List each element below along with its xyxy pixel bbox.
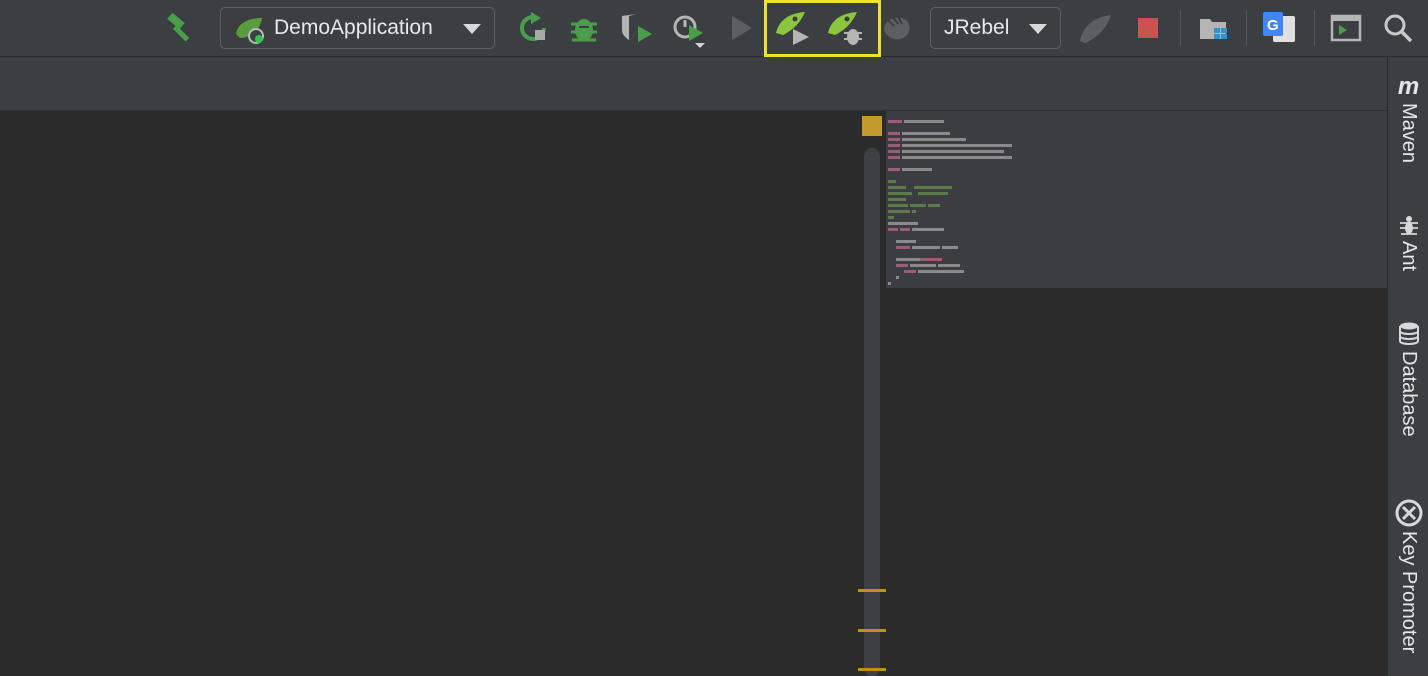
chevron-down-icon (1029, 24, 1047, 34)
project-structure-icon (1200, 19, 1227, 39)
run-with-coverage-button[interactable] (618, 10, 656, 46)
hammer-icon (167, 12, 190, 42)
translate-glyph: G (1267, 17, 1279, 34)
profiler-icon (673, 15, 705, 48)
tool-tab-ant[interactable]: Ant (1388, 213, 1428, 271)
attach-icon (884, 15, 910, 40)
translate-icon: G (1263, 12, 1295, 42)
search-everywhere-button[interactable] (1380, 10, 1416, 46)
debug-icon (571, 19, 597, 42)
toolbar-separator (1314, 10, 1315, 46)
tool-tab-label: Maven (1398, 103, 1420, 164)
tool-tab-label: Key Promoter (1398, 531, 1420, 654)
terminal-button[interactable] (1328, 10, 1364, 46)
highlight-box (764, 0, 881, 57)
run-button[interactable] (726, 12, 756, 44)
rerun-button[interactable] (515, 10, 551, 46)
warning-marker[interactable] (858, 629, 886, 632)
stop-button[interactable] (1132, 12, 1164, 44)
warning-marker[interactable] (858, 589, 886, 592)
editor-tabs-bar (0, 57, 1387, 111)
run-icon (732, 16, 752, 40)
build-button[interactable] (162, 10, 200, 46)
debug-button[interactable] (566, 10, 602, 46)
coverage-icon (622, 14, 652, 42)
maven-icon: m (1397, 73, 1420, 100)
tool-tab-label: Database (1398, 351, 1420, 437)
code-editor[interactable] (0, 111, 862, 676)
toolbar-separator (1246, 10, 1247, 46)
chevron-down-icon (463, 24, 481, 34)
database-icon (1398, 322, 1419, 345)
jrebel-logo-icon (1080, 15, 1111, 43)
tool-tab-label: Ant (1398, 241, 1420, 272)
code-minimap[interactable] (886, 111, 1387, 288)
stop-icon (1138, 18, 1158, 38)
translate-button[interactable]: G (1260, 8, 1298, 48)
search-icon (1384, 14, 1413, 43)
project-structure-button[interactable] (1196, 10, 1232, 46)
right-tool-window-bar: m Maven Ant Database Key Promoter (1387, 57, 1428, 676)
toolbar-separator (1180, 10, 1181, 46)
tool-tab-database[interactable]: Database (1388, 321, 1428, 437)
rerun-icon (520, 12, 546, 41)
tool-tab-maven[interactable]: m Maven (1388, 73, 1428, 164)
jrebel-dropdown[interactable]: JRebel (930, 7, 1061, 49)
ant-icon (1399, 216, 1418, 235)
inspection-status-icon[interactable] (862, 116, 882, 136)
jrebel-label: JRebel (944, 16, 1010, 39)
vertical-scrollbar[interactable] (864, 148, 880, 676)
run-config-label: DemoApplication (274, 16, 433, 39)
spring-boot-icon (236, 18, 264, 44)
run-configuration-dropdown[interactable]: DemoApplication (220, 7, 495, 49)
key-promoter-icon (1395, 499, 1422, 527)
warning-marker[interactable] (858, 668, 886, 671)
run-with-profiler-button[interactable] (670, 10, 710, 50)
tool-tab-key-promoter[interactable]: Key Promoter (1388, 499, 1428, 653)
jrebel-update-button[interactable] (1076, 10, 1116, 48)
attach-debugger-button[interactable] (878, 10, 916, 46)
terminal-icon (1330, 14, 1362, 42)
